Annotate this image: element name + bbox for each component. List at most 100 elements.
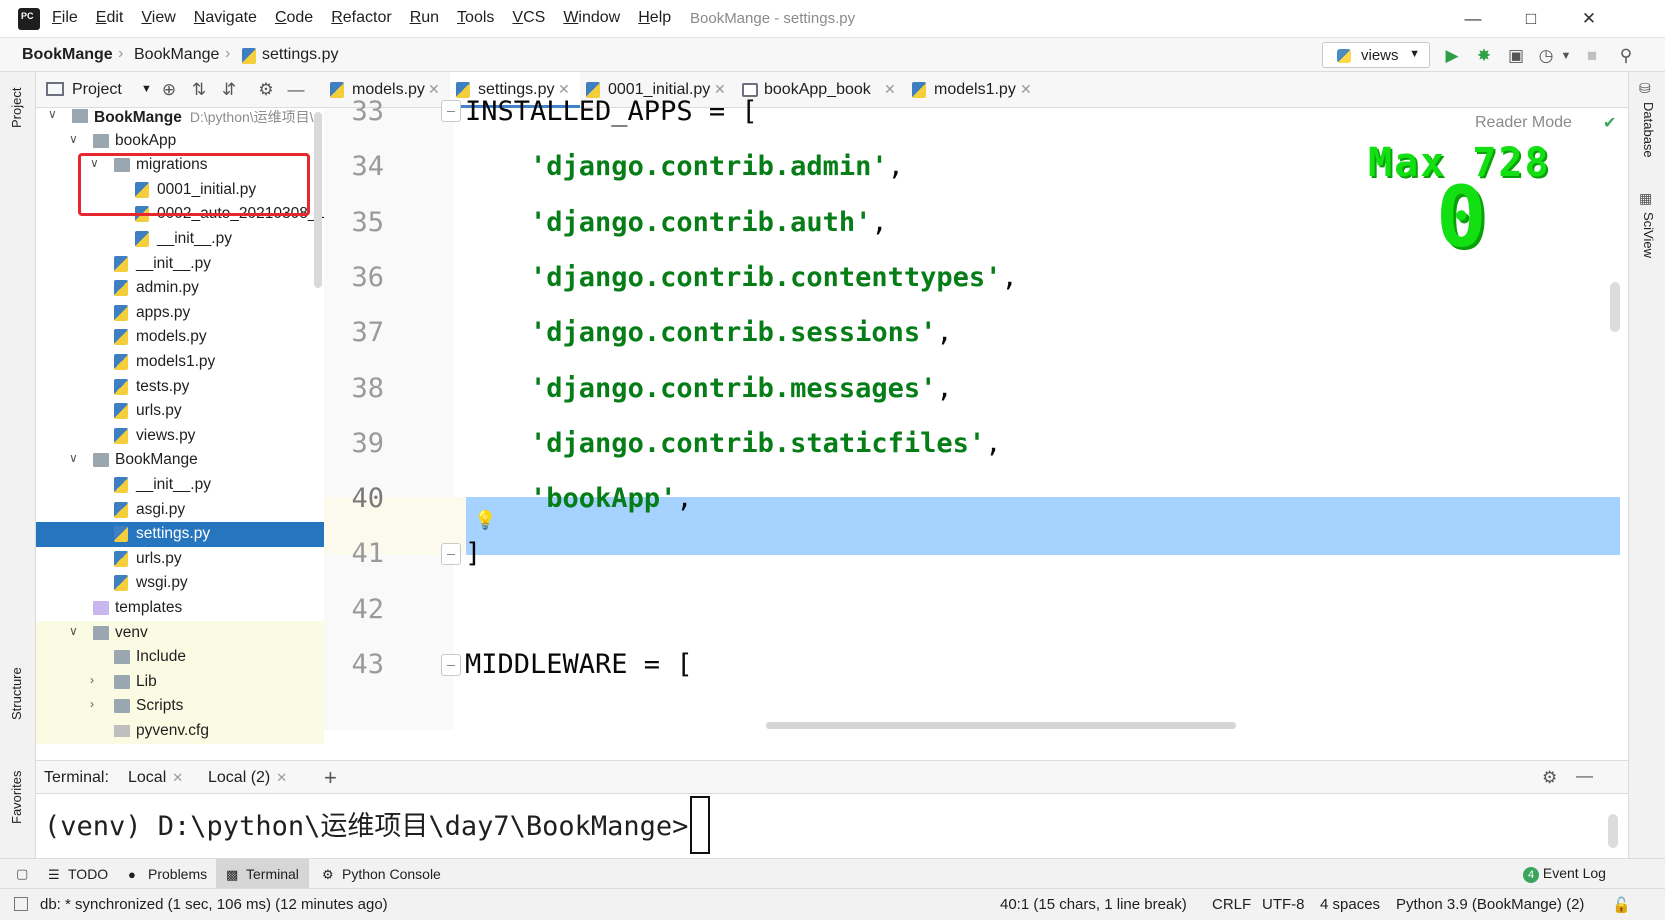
python-interpreter[interactable]: Python 3.9 (BookMange) (2) bbox=[1396, 896, 1584, 913]
fold-marker-icon[interactable] bbox=[441, 654, 461, 676]
menu-run[interactable]: Run bbox=[410, 9, 439, 27]
tool-window-database[interactable]: Database bbox=[1641, 102, 1656, 158]
lightbulb-icon[interactable]: 💡 bbox=[474, 510, 496, 531]
tool-window-python-console[interactable]: ⚙ Python Console bbox=[312, 859, 451, 889]
menu-code[interactable]: Code bbox=[275, 9, 313, 27]
chevron-right-icon[interactable]: › bbox=[90, 673, 104, 687]
event-log-button[interactable]: 4 Event Log bbox=[1523, 865, 1606, 883]
profile-icon[interactable]: ◷ bbox=[1536, 46, 1556, 66]
minimize-icon[interactable]: — bbox=[1458, 6, 1488, 32]
tree-item[interactable]: urls.py bbox=[36, 399, 324, 424]
toggle-panels-icon[interactable]: ▢ bbox=[16, 866, 28, 882]
tool-window-structure[interactable]: Structure bbox=[9, 667, 24, 720]
tree-item[interactable]: views.py bbox=[36, 424, 324, 449]
tool-window-terminal[interactable]: ▩ Terminal bbox=[216, 859, 309, 889]
tree-item[interactable]: › Scripts bbox=[36, 694, 324, 720]
tree-item[interactable]: › Lib bbox=[36, 669, 324, 695]
hide-icon[interactable]: — bbox=[1576, 766, 1593, 786]
tree-item[interactable]: ∨ BookMange bbox=[36, 448, 324, 473]
tree-item[interactable]: urls.py bbox=[36, 547, 324, 572]
debug-icon[interactable]: ✸ bbox=[1474, 46, 1494, 66]
tree-item[interactable]: admin.py bbox=[36, 276, 324, 301]
chevron-down-icon[interactable]: ∨ bbox=[69, 624, 83, 638]
tool-window-todo[interactable]: ☰ TODO bbox=[38, 859, 118, 889]
tree-item[interactable]: tests.py bbox=[36, 375, 324, 400]
close-icon[interactable]: ✕ bbox=[884, 81, 896, 98]
editor-tab[interactable]: bookApp_book ✕ bbox=[736, 72, 906, 108]
tree-item[interactable]: apps.py bbox=[36, 301, 324, 326]
tree-item[interactable]: Include bbox=[36, 645, 324, 671]
tree-item[interactable]: settings.py bbox=[36, 522, 324, 548]
chevron-down-icon[interactable]: ∨ bbox=[69, 451, 83, 465]
menu-window[interactable]: Window bbox=[563, 9, 620, 27]
reader-mode-toggle[interactable]: Reader Mode bbox=[1475, 114, 1572, 132]
terminal-tab-local-2[interactable]: Local (2) ✕ bbox=[208, 769, 287, 787]
close-icon[interactable]: ✕ bbox=[276, 770, 287, 785]
tree-item[interactable]: __init__.py bbox=[36, 252, 324, 277]
editor-horizontal-scrollbar[interactable] bbox=[766, 722, 1236, 729]
chevron-right-icon[interactable]: › bbox=[90, 697, 104, 711]
tool-window-favorites[interactable]: Favorites bbox=[9, 771, 24, 824]
menu-help[interactable]: Help bbox=[638, 9, 671, 27]
tree-item[interactable]: wsgi.py bbox=[36, 571, 324, 596]
tree-item[interactable]: models1.py bbox=[36, 350, 324, 375]
terminal-body[interactable]: (venv) D:\python\运维项目\day7\BookMange> bbox=[36, 794, 1628, 854]
chevron-down-icon[interactable]: ▼ bbox=[141, 83, 152, 95]
editor-tab[interactable]: models1.py ✕ bbox=[906, 72, 1042, 108]
tree-item[interactable]: ∨ BookMange D:\python\运维项目\c bbox=[36, 108, 324, 129]
gear-icon[interactable]: ⚙ bbox=[1542, 768, 1557, 788]
close-icon[interactable]: ✕ bbox=[428, 81, 440, 98]
new-terminal-icon[interactable]: + bbox=[324, 765, 337, 791]
terminal-scrollbar[interactable] bbox=[1608, 814, 1618, 848]
close-icon[interactable]: ✕ bbox=[1574, 6, 1604, 32]
project-view-selector[interactable]: Project bbox=[72, 81, 122, 99]
tree-item[interactable]: __init__.py bbox=[36, 227, 324, 252]
tree-item[interactable]: pyvenv.cfg bbox=[36, 719, 324, 744]
breadcrumb-file[interactable]: settings.py bbox=[262, 46, 338, 64]
indent-setting[interactable]: 4 spaces bbox=[1320, 896, 1380, 913]
menu-edit[interactable]: Edit bbox=[96, 9, 124, 27]
run-icon[interactable]: ▶ bbox=[1442, 46, 1462, 66]
status-toggle-icon[interactable] bbox=[14, 897, 28, 911]
fold-marker-icon[interactable] bbox=[441, 543, 461, 565]
fold-marker-icon[interactable] bbox=[441, 100, 461, 122]
coverage-icon[interactable]: ▣ bbox=[1506, 46, 1526, 66]
tree-item[interactable]: __init__.py bbox=[36, 473, 324, 498]
menu-file[interactable]: File bbox=[52, 9, 78, 27]
close-icon[interactable]: ✕ bbox=[1020, 81, 1032, 98]
stop-icon[interactable]: ■ bbox=[1582, 46, 1602, 66]
gear-icon[interactable]: ⚙ bbox=[256, 80, 276, 100]
tree-scrollbar[interactable] bbox=[314, 112, 322, 288]
tree-item[interactable]: ∨ venv bbox=[36, 620, 324, 646]
expand-all-icon[interactable]: ⇅ bbox=[189, 80, 209, 100]
file-encoding[interactable]: UTF-8 bbox=[1262, 896, 1305, 913]
tree-item[interactable]: templates bbox=[36, 596, 324, 621]
tool-window-project[interactable]: Project bbox=[9, 88, 24, 128]
maximize-icon[interactable]: □ bbox=[1516, 6, 1546, 32]
locate-icon[interactable]: ⊕ bbox=[159, 80, 179, 100]
chevron-down-icon[interactable]: ∨ bbox=[48, 108, 62, 121]
search-icon[interactable]: ⚲ bbox=[1616, 46, 1636, 66]
collapse-all-icon[interactable]: ⇵ bbox=[219, 80, 239, 100]
breadcrumb-package[interactable]: BookMange bbox=[134, 46, 219, 64]
chevron-down-icon[interactable]: ∨ bbox=[69, 132, 83, 146]
breadcrumb-project[interactable]: BookMange bbox=[22, 46, 113, 64]
hide-icon[interactable]: — bbox=[286, 80, 306, 100]
chevron-down-icon[interactable]: ▼ bbox=[1556, 46, 1576, 66]
close-icon[interactable]: ✕ bbox=[172, 770, 183, 785]
lock-icon[interactable]: 🔓 bbox=[1612, 896, 1631, 914]
menu-view[interactable]: View bbox=[141, 9, 175, 27]
terminal-tab-local[interactable]: Local ✕ bbox=[119, 769, 192, 797]
run-config-selector[interactable]: views ▼ bbox=[1322, 42, 1430, 68]
caret-position[interactable]: 40:1 (15 chars, 1 line break) bbox=[1000, 896, 1187, 913]
tree-item[interactable]: asgi.py bbox=[36, 498, 324, 523]
tool-window-sciview[interactable]: SciView bbox=[1641, 212, 1656, 258]
tree-item[interactable]: ∨ bookApp bbox=[36, 129, 324, 154]
menu-refactor[interactable]: Refactor bbox=[331, 9, 391, 27]
editor-scrollbar[interactable] bbox=[1610, 282, 1620, 332]
menu-navigate[interactable]: Navigate bbox=[194, 9, 257, 27]
tree-item[interactable]: models.py bbox=[36, 325, 324, 350]
menu-tools[interactable]: Tools bbox=[457, 9, 494, 27]
menu-vcs[interactable]: VCS bbox=[512, 9, 545, 27]
tool-window-problems[interactable]: ● Problems bbox=[118, 859, 217, 889]
